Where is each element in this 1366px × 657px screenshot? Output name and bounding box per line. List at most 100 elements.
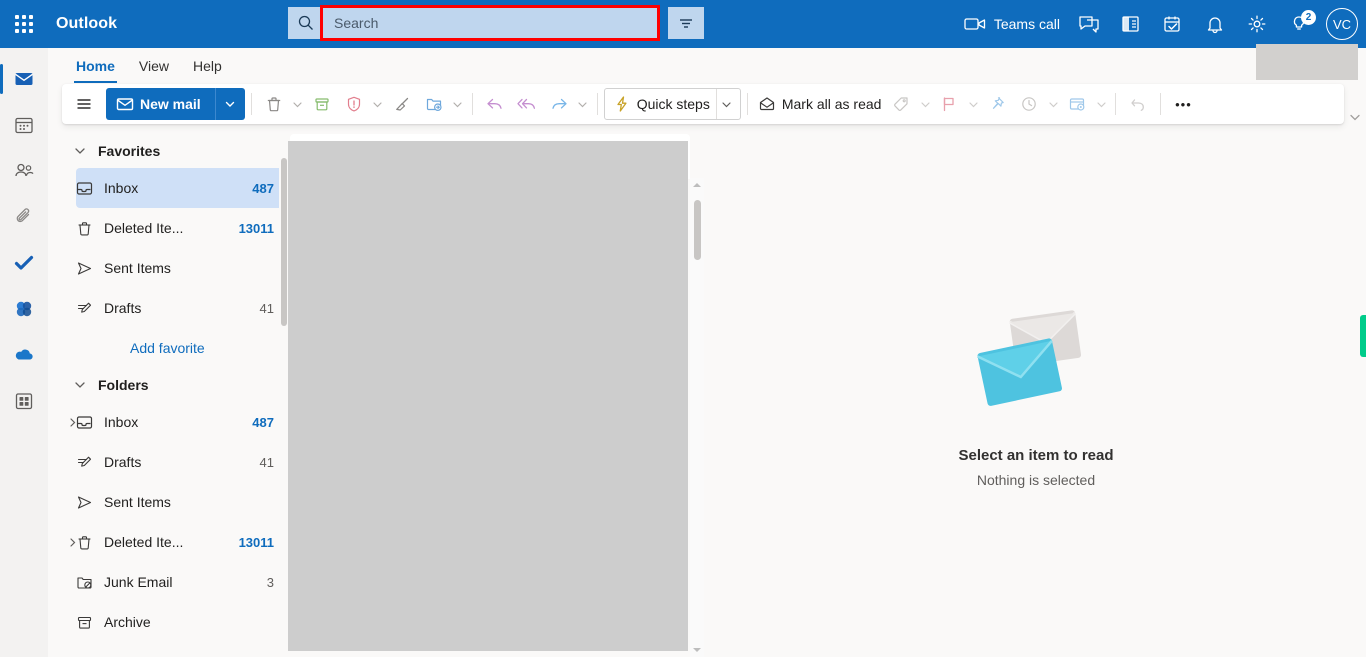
forward-dropdown[interactable]	[575, 99, 591, 110]
settings-button[interactable]	[1236, 0, 1278, 48]
rail-item-onedrive[interactable]	[0, 332, 48, 378]
sidebar-item-favorites-inbox[interactable]: Inbox 487	[76, 168, 284, 208]
sidebar-item-favorites-drafts[interactable]: Drafts 41	[76, 288, 284, 328]
reply-button[interactable]	[479, 88, 511, 120]
flag-dropdown[interactable]	[965, 99, 981, 110]
tab-help[interactable]: Help	[181, 50, 234, 83]
sweep-button[interactable]	[386, 88, 418, 120]
snooze-dropdown[interactable]	[1045, 99, 1061, 110]
empty-state-subtitle: Nothing is selected	[976, 472, 1096, 488]
sidebar-item-folder-drafts[interactable]: Drafts 41	[76, 442, 284, 482]
toolbar-divider	[596, 93, 598, 115]
toggle-folder-pane-button[interactable]	[68, 88, 100, 120]
sidebar-item-folder-inbox[interactable]: Inbox 487	[69, 402, 284, 442]
folders-section-header[interactable]: Folders	[62, 368, 288, 402]
sidebar-item-folder-junk[interactable]: Junk Email 3	[76, 562, 284, 602]
rail-item-files[interactable]	[0, 194, 48, 240]
sidebar-scrollbar-thumb[interactable]	[281, 158, 287, 326]
report-dropdown[interactable]	[370, 99, 386, 110]
search-filter-button[interactable]	[668, 7, 704, 39]
message-list-loading-placeholder	[288, 141, 688, 651]
two-envelopes-illustration	[977, 310, 1082, 406]
move-to-button[interactable]	[418, 88, 450, 120]
quick-steps-dropdown[interactable]	[715, 89, 736, 119]
chevron-down-icon	[1097, 101, 1106, 107]
chevron-down-icon	[226, 101, 235, 107]
sidebar-item-folder-sent[interactable]: Sent Items	[76, 482, 284, 522]
my-day-button[interactable]	[1152, 0, 1194, 48]
sidebar-item-folder-archive[interactable]: Archive	[76, 602, 284, 642]
snooze-button[interactable]	[1013, 88, 1045, 120]
rail-item-people[interactable]	[0, 148, 48, 194]
right-edge-indicator	[1360, 315, 1366, 357]
rail-item-to-do[interactable]	[0, 240, 48, 286]
folder-name: Junk Email	[104, 574, 173, 590]
tab-home[interactable]: Home	[64, 50, 127, 83]
delete-button[interactable]	[258, 88, 290, 120]
app-launcher-button[interactable]	[0, 0, 48, 48]
quick-steps-button[interactable]: Quick steps	[603, 88, 741, 120]
filter-icon	[680, 19, 692, 28]
scroll-up-arrow-icon[interactable]	[692, 181, 702, 189]
message-list-scrollbar[interactable]	[690, 178, 704, 657]
search-icon[interactable]	[288, 7, 324, 39]
avatar[interactable]: VC	[1326, 8, 1358, 40]
tag-icon	[894, 97, 909, 112]
waffle-icon	[15, 15, 33, 33]
video-camera-icon	[964, 18, 986, 30]
archive-button[interactable]	[306, 88, 338, 120]
open-envelope-icon	[759, 97, 774, 111]
folder-count: 41	[259, 454, 274, 470]
notifications-button[interactable]	[1194, 0, 1236, 48]
sidebar-item-favorites-sent[interactable]: Sent Items	[76, 248, 284, 288]
add-favorite-link[interactable]: Add favorite	[62, 328, 288, 368]
tips-button[interactable]: 2	[1278, 0, 1320, 48]
folder-count: 487	[252, 414, 274, 430]
pin-button[interactable]	[981, 88, 1013, 120]
new-mail-dropdown[interactable]	[214, 88, 245, 120]
rail-item-more-apps[interactable]	[0, 378, 48, 424]
rules-dropdown[interactable]	[1093, 99, 1109, 110]
rail-item-groups[interactable]	[0, 286, 48, 332]
message-list-scrollbar-thumb[interactable]	[694, 200, 701, 260]
rules-button[interactable]	[1061, 88, 1093, 120]
tab-view[interactable]: View	[127, 50, 181, 83]
sidebar-item-folder-deleted[interactable]: Deleted Ite... 13011	[69, 522, 284, 562]
forward-button[interactable]	[543, 88, 575, 120]
chevron-right-icon[interactable]	[62, 537, 82, 548]
trash-icon	[267, 97, 280, 112]
hamburger-icon	[77, 99, 91, 109]
delete-dropdown[interactable]	[290, 99, 306, 110]
favorites-section-header[interactable]: Favorites	[62, 134, 288, 168]
contact-card-icon	[1122, 16, 1139, 32]
folder-count: 13011	[238, 534, 274, 550]
ribbon-expand-chevron[interactable]	[1348, 110, 1362, 124]
contacts-card-button[interactable]	[1110, 0, 1152, 48]
folder-name: Archive	[104, 614, 151, 630]
tag-dropdown[interactable]	[917, 99, 933, 110]
trash-icon	[76, 220, 104, 237]
groups-flower-icon	[16, 301, 32, 317]
folder-name: Sent Items	[104, 494, 171, 510]
new-mail-button[interactable]: New mail	[106, 88, 215, 120]
favorites-label: Favorites	[98, 143, 161, 159]
flag-button[interactable]	[933, 88, 965, 120]
scroll-down-arrow-icon[interactable]	[692, 646, 702, 654]
tag-button[interactable]	[885, 88, 917, 120]
undo-button[interactable]	[1122, 88, 1154, 120]
chevron-right-icon[interactable]	[62, 417, 82, 428]
more-options-button[interactable]: •••	[1167, 88, 1199, 120]
report-button[interactable]	[338, 88, 370, 120]
rail-item-calendar[interactable]	[0, 102, 48, 148]
search-input[interactable]	[324, 7, 660, 39]
reply-all-arrow-icon	[517, 98, 535, 109]
move-to-dropdown[interactable]	[450, 99, 466, 110]
mark-all-as-read-button[interactable]: Mark all as read	[754, 88, 886, 120]
chat-button[interactable]	[1068, 0, 1110, 48]
rail-item-mail[interactable]	[0, 56, 48, 102]
folder-arrow-icon	[426, 98, 442, 112]
reply-all-button[interactable]	[511, 88, 543, 120]
sidebar-item-favorites-deleted[interactable]: Deleted Ite... 13011	[76, 208, 284, 248]
teams-call-button[interactable]: Teams call	[956, 0, 1068, 48]
folder-name: Inbox	[104, 180, 139, 196]
